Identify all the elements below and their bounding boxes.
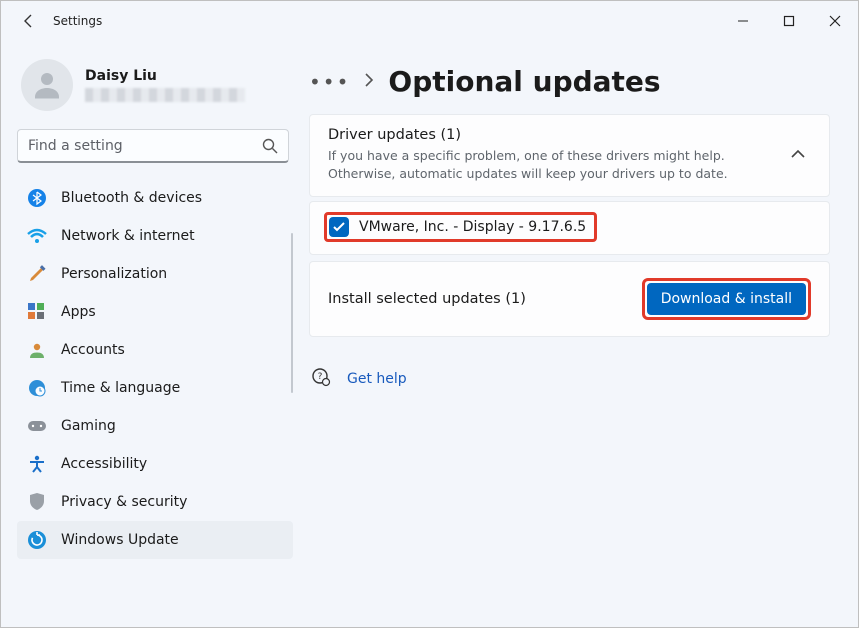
driver-item-card: VMware, Inc. - Display - 9.17.6.5: [309, 201, 830, 255]
clock-globe-icon: [27, 378, 47, 398]
svg-text:?: ?: [318, 372, 323, 382]
nav-label: Time & language: [61, 380, 180, 396]
install-card: Install selected updates (1) Download & …: [309, 261, 830, 337]
nav-accounts[interactable]: Accounts: [17, 331, 293, 369]
user-email-blurred: [85, 88, 245, 102]
download-install-button[interactable]: Download & install: [647, 283, 806, 315]
apps-icon: [27, 302, 47, 322]
card-subtitle: If you have a specific problem, one of t…: [328, 147, 775, 182]
nav-label: Windows Update: [61, 532, 179, 548]
breadcrumb: ••• Optional updates: [309, 65, 830, 98]
highlight-driver: VMware, Inc. - Display - 9.17.6.5: [324, 212, 597, 242]
nav-gaming[interactable]: Gaming: [17, 407, 293, 445]
help-icon: ?: [311, 367, 331, 391]
driver-updates-card: Driver updates (1) If you have a specifi…: [309, 114, 830, 197]
avatar: [21, 59, 73, 111]
close-button[interactable]: [812, 1, 858, 41]
user-block[interactable]: Daisy Liu: [21, 59, 293, 111]
install-label: Install selected updates (1): [328, 291, 632, 307]
highlight-download: Download & install: [642, 278, 811, 320]
back-button[interactable]: [13, 5, 45, 37]
bluetooth-icon: [27, 188, 47, 208]
nav: System Bluetooth & devices Network & int…: [17, 169, 293, 627]
breadcrumb-overflow[interactable]: •••: [309, 70, 350, 94]
titlebar: Settings: [1, 1, 858, 41]
app-title: Settings: [53, 14, 102, 28]
nav-privacy[interactable]: Privacy & security: [17, 483, 293, 521]
nav-apps[interactable]: Apps: [17, 293, 293, 331]
settings-window: Settings Daisy Liu: [0, 0, 859, 628]
nav-label: Accessibility: [61, 456, 147, 472]
nav-accessibility[interactable]: Accessibility: [17, 445, 293, 483]
nav-windows-update[interactable]: Windows Update: [17, 521, 293, 559]
brush-icon: [27, 264, 47, 284]
maximize-button[interactable]: [766, 1, 812, 41]
nav-label: Privacy & security: [61, 494, 187, 510]
wifi-icon: [27, 226, 47, 246]
window-controls: [720, 1, 858, 41]
nav-time-language[interactable]: Time & language: [17, 369, 293, 407]
chevron-right-icon: [364, 72, 374, 91]
get-help-row: ? Get help: [309, 367, 830, 391]
nav-network[interactable]: Network & internet: [17, 217, 293, 255]
card-header[interactable]: Driver updates (1) If you have a specifi…: [310, 115, 829, 196]
driver-name: VMware, Inc. - Display - 9.17.6.5: [359, 219, 586, 235]
nav-system[interactable]: System: [17, 169, 293, 179]
sidebar: Daisy Liu System Bluetooth & devi: [1, 41, 301, 627]
driver-checkbox[interactable]: [329, 217, 349, 237]
search-field[interactable]: [17, 129, 289, 163]
nav-label: Accounts: [61, 342, 125, 358]
page-title: Optional updates: [388, 65, 660, 98]
search-icon: [261, 137, 279, 155]
nav-label: Personalization: [61, 266, 167, 282]
accounts-icon: [27, 340, 47, 360]
gaming-icon: [27, 416, 47, 436]
user-name: Daisy Liu: [85, 68, 245, 84]
nav-label: Network & internet: [61, 228, 195, 244]
update-icon: [27, 530, 47, 550]
main-content: ••• Optional updates Driver updates (1) …: [301, 41, 858, 627]
nav-bluetooth[interactable]: Bluetooth & devices: [17, 179, 293, 217]
nav-label: Bluetooth & devices: [61, 190, 202, 206]
accessibility-icon: [27, 454, 47, 474]
nav-label: Gaming: [61, 418, 116, 434]
chevron-up-icon[interactable]: [785, 141, 811, 167]
minimize-button[interactable]: [720, 1, 766, 41]
get-help-link[interactable]: Get help: [347, 371, 407, 387]
nav-label: Apps: [61, 304, 96, 320]
system-icon: [27, 169, 47, 170]
shield-icon: [27, 492, 47, 512]
nav-personalization[interactable]: Personalization: [17, 255, 293, 293]
card-title: Driver updates (1): [328, 127, 775, 143]
search-input[interactable]: [17, 129, 289, 163]
